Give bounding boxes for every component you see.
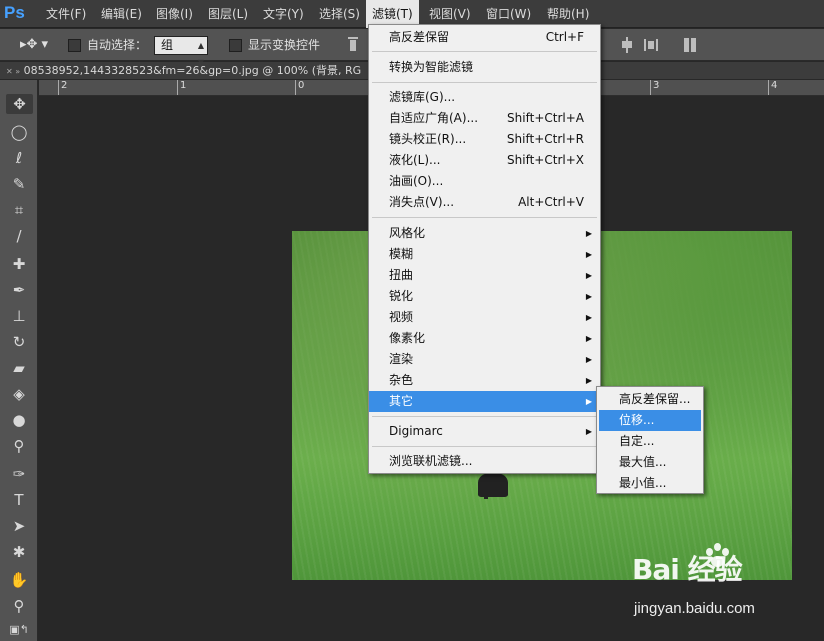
submenu-arrow-icon: ▶ (585, 250, 592, 259)
menu-item-last-filter[interactable]: 高反差保留 Ctrl+F (369, 27, 600, 48)
hand-tool-icon[interactable]: ✋ (9, 570, 29, 590)
baidu-jingyan-watermark: Bai 经验 jingyan.baidu.com (632, 543, 782, 628)
zoom-tool-icon[interactable]: ⚲ (9, 596, 29, 616)
lasso-icon[interactable]: ℓ (9, 148, 29, 168)
ruler-label: 3 (653, 80, 660, 91)
ruler-label: 2 (61, 80, 68, 91)
distribute-horizontal-icon[interactable] (644, 37, 658, 53)
pen-icon[interactable]: ✑ (9, 464, 29, 484)
clone-stamp-icon[interactable]: ⊥ (9, 306, 29, 326)
menu-select[interactable]: 选择(S) (313, 0, 366, 28)
auto-select-target-dropdown[interactable]: 组 ▲▼ (154, 36, 208, 67)
distribute-vertical-icon[interactable] (620, 37, 634, 53)
filter-menu-dropdown: 高反差保留 Ctrl+F 转换为智能滤镜 滤镜库(G)... 自适应广角(A)..… (368, 24, 601, 474)
menu-type[interactable]: 文字(Y) (257, 0, 310, 28)
group-select-value: 组 (161, 38, 174, 52)
menu-item-vanishing-point[interactable]: 消失点(V)... Alt+Ctrl+V (369, 192, 600, 213)
dodge-icon[interactable]: ⚲ (9, 436, 29, 456)
submenu-arrow-icon: ▶ (585, 271, 592, 280)
menu-item-noise[interactable]: 杂色 ▶ (369, 370, 600, 391)
submenu-item-custom[interactable]: 自定... (599, 431, 701, 452)
submenu-arrow-icon: ▶ (585, 397, 592, 406)
menu-item-sharpen[interactable]: 锐化 ▶ (369, 286, 600, 307)
crop-icon[interactable]: ⌗ (9, 200, 29, 220)
animal-silhouette (478, 473, 508, 499)
color-swatches-icon[interactable]: ▣↰ (9, 620, 29, 640)
menu-item-convert-smart-filter[interactable]: 转换为智能滤镜 (369, 57, 600, 78)
submenu-item-high-pass[interactable]: 高反差保留... (599, 389, 701, 410)
menu-item-lens-correction[interactable]: 镜头校正(R)... Shift+Ctrl+R (369, 129, 600, 150)
submenu-arrow-icon: ▶ (585, 355, 592, 364)
menu-item-digimarc[interactable]: Digimarc ▶ (369, 421, 600, 442)
submenu-item-minimum[interactable]: 最小值... (599, 473, 701, 494)
custom-shape-icon[interactable]: ✱ (9, 542, 29, 562)
move-tool-preset-icon[interactable]: ▸✥ ▾ (20, 29, 48, 61)
menu-item-pixelate[interactable]: 像素化 ▶ (369, 328, 600, 349)
submenu-item-maximum[interactable]: 最大值... (599, 452, 701, 473)
move-tool-icon[interactable]: ✥ (6, 94, 33, 114)
menu-item-other[interactable]: 其它 ▶ (369, 391, 600, 412)
menu-item-liquify[interactable]: 液化(L)... Shift+Ctrl+X (369, 150, 600, 171)
submenu-arrow-icon: ▶ (585, 427, 592, 436)
auto-select-label: 自动选择： (87, 38, 148, 52)
auto-select-checkbox[interactable] (68, 39, 81, 52)
menu-file[interactable]: 文件(F) (40, 0, 92, 28)
photoshop-logo: Ps (4, 3, 25, 22)
menu-item-render[interactable]: 渲染 ▶ (369, 349, 600, 370)
auto-align-icon[interactable] (684, 37, 698, 53)
ruler-label: 0 (298, 80, 305, 91)
document-tab[interactable]: ✕ » 08538952,1443328523&fm=26&gp=0.jpg @… (0, 62, 370, 79)
other-submenu: 高反差保留... 位移... 自定... 最大值... 最小值... (596, 386, 704, 494)
show-transform-label: 显示变换控件 (248, 38, 321, 52)
menu-layer[interactable]: 图层(L) (202, 0, 254, 28)
menu-item-oil-paint[interactable]: 油画(O)... (369, 171, 600, 192)
close-tab-icon[interactable]: ✕ » (6, 67, 20, 76)
show-transform-checkbox[interactable] (229, 39, 242, 52)
menu-item-stylize[interactable]: 风格化 ▶ (369, 223, 600, 244)
submenu-item-offset[interactable]: 位移... (599, 410, 701, 431)
submenu-arrow-icon: ▶ (585, 334, 592, 343)
eyedropper-icon[interactable]: / (9, 226, 29, 246)
quick-selection-icon[interactable]: ✎ (9, 174, 29, 194)
history-brush-icon[interactable]: ↻ (9, 332, 29, 352)
path-selection-icon[interactable]: ➤ (9, 516, 29, 536)
submenu-arrow-icon: ▶ (585, 229, 592, 238)
menu-item-distort[interactable]: 扭曲 ▶ (369, 265, 600, 286)
eraser-icon[interactable]: ▰ (9, 358, 29, 378)
menu-item-filter-gallery[interactable]: 滤镜库(G)... (369, 87, 600, 108)
healing-brush-icon[interactable]: ✚ (9, 254, 29, 274)
document-tab-title: 08538952,1443328523&fm=26&gp=0.jpg @ 100… (23, 64, 362, 77)
type-tool-icon[interactable]: T (9, 490, 29, 510)
menu-item-blur[interactable]: 模糊 ▶ (369, 244, 600, 265)
submenu-arrow-icon: ▶ (585, 292, 592, 301)
watermark-brand: Bai 经验 (632, 553, 743, 586)
brush-icon[interactable]: ✒ (9, 280, 29, 300)
menu-item-browse-filters-online[interactable]: 浏览联机滤镜... (369, 451, 600, 472)
submenu-arrow-icon: ▶ (585, 376, 592, 385)
ruler-label: 1 (180, 80, 187, 91)
elliptical-marquee-icon[interactable]: ◯ (9, 122, 29, 142)
ruler-label: 4 (771, 80, 778, 91)
menu-item-video[interactable]: 视频 ▶ (369, 307, 600, 328)
watermark-url: jingyan.baidu.com (634, 600, 755, 617)
menu-item-adaptive-wide-angle[interactable]: 自适应广角(A)... Shift+Ctrl+A (369, 108, 600, 129)
tools-panel: ✥ ◯ ℓ ✎ ⌗ / ✚ ✒ ⊥ ↻ ▰ ◈ ● ⚲ ✑ T ➤ ✱ ✋ ⚲ … (0, 80, 38, 641)
submenu-arrow-icon: ▶ (585, 313, 592, 322)
menu-edit[interactable]: 编辑(E) (95, 0, 148, 28)
align-top-icon[interactable] (346, 37, 360, 53)
menu-image[interactable]: 图像(I) (150, 0, 199, 28)
paint-bucket-icon[interactable]: ◈ (9, 384, 29, 404)
blur-icon[interactable]: ● (9, 410, 29, 430)
